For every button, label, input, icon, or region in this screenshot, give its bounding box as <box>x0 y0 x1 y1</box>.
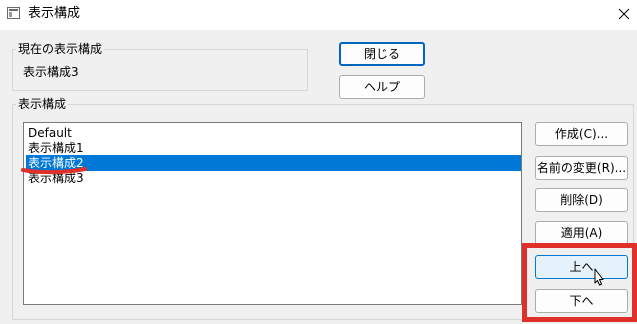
list-item-config2[interactable]: 表示構成2 <box>26 155 521 171</box>
move-up-button[interactable]: 上へ <box>535 255 628 279</box>
config-list-group-label: 表示構成 <box>16 97 69 111</box>
configuration-dialog: 表示構成 現在の表示構成 表示構成3 閉じる ヘルプ 表示構成 Default … <box>0 0 637 324</box>
apply-button[interactable]: 適用(A) <box>535 221 628 245</box>
list-item-config1[interactable]: 表示構成1 <box>26 140 521 156</box>
config-listbox[interactable]: Default 表示構成1 表示構成2 表示構成3 <box>23 122 522 305</box>
close-button[interactable]: 閉じる <box>339 42 425 66</box>
current-config-group-label: 現在の表示構成 <box>16 42 105 56</box>
move-down-button[interactable]: 下へ <box>535 289 628 313</box>
title-bar: 表示構成 <box>0 0 637 30</box>
current-config-value: 表示構成3 <box>23 65 79 79</box>
window-icon <box>7 7 20 19</box>
create-button[interactable]: 作成(C)... <box>535 122 628 146</box>
help-button[interactable]: ヘルプ <box>339 75 425 99</box>
rename-button[interactable]: 名前の変更(R)... <box>535 156 628 180</box>
list-item-default[interactable]: Default <box>26 125 521 141</box>
delete-button[interactable]: 削除(D) <box>535 188 628 212</box>
list-item-config3[interactable]: 表示構成3 <box>26 170 521 186</box>
close-icon[interactable] <box>614 4 634 24</box>
window-title: 表示構成 <box>28 6 81 21</box>
